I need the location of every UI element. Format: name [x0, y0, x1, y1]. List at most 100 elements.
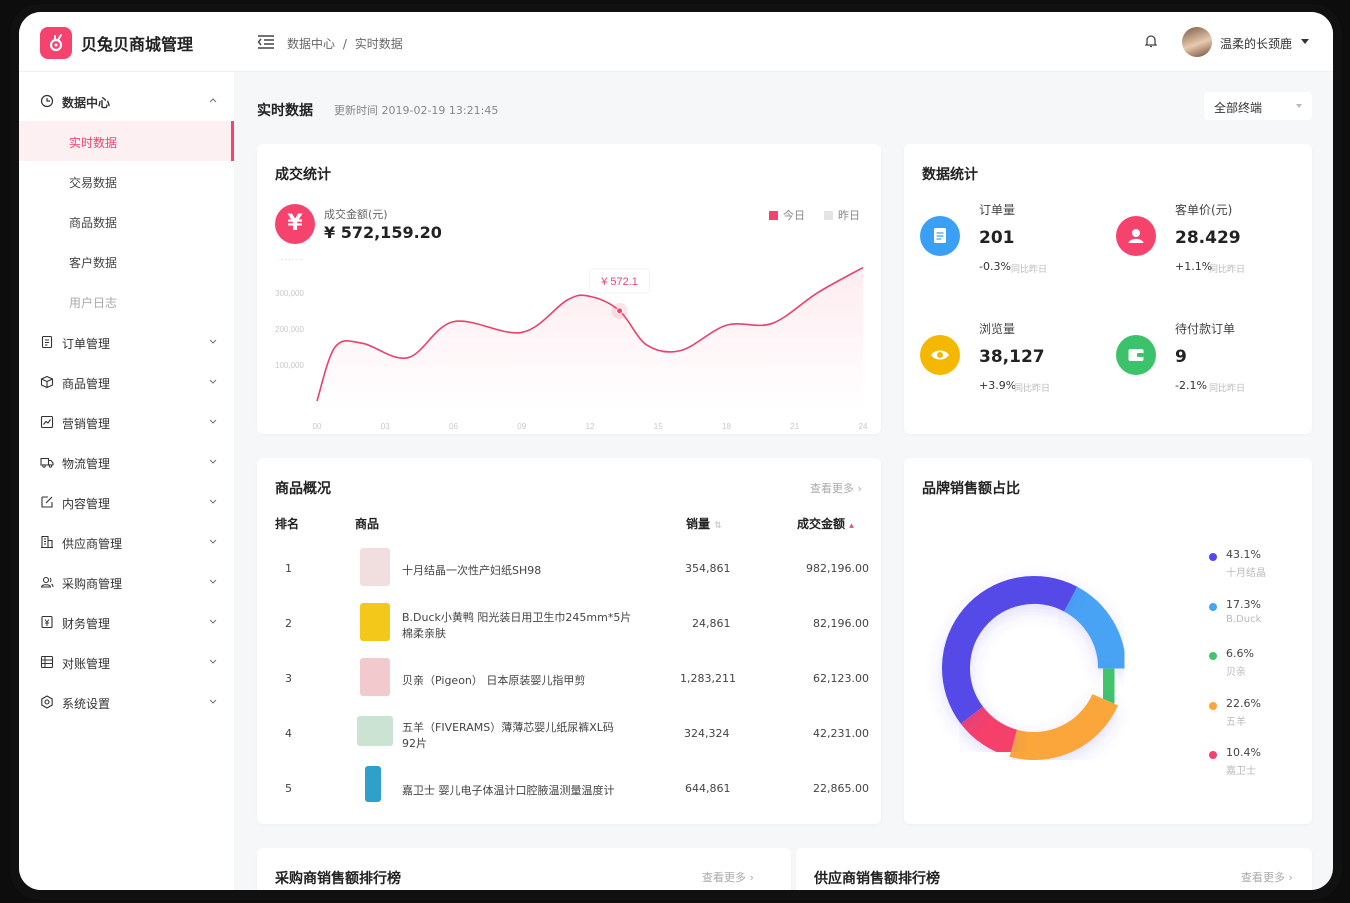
- bell-icon[interactable]: [1145, 34, 1157, 48]
- amount-label: 成交金额(元): [324, 208, 388, 221]
- legend-brand-name: 五羊: [1226, 716, 1246, 728]
- clipboard-icon: [920, 216, 960, 256]
- column-sales[interactable]: 销量 ⇅: [686, 515, 722, 532]
- menu-fold-icon[interactable]: [257, 34, 275, 50]
- sidebar-item-logistics[interactable]: 物流管理: [19, 442, 234, 482]
- chevron-down-icon: [209, 459, 217, 464]
- sort-icon: ⇅: [714, 521, 722, 531]
- sidebar-item-content[interactable]: 内容管理: [19, 482, 234, 522]
- donut-slice-4[interactable]: [1009, 693, 1119, 760]
- chevron-down-icon: [209, 419, 217, 424]
- stat-label: 待付款订单: [1175, 322, 1236, 336]
- row-sales: 324,324: [684, 727, 730, 740]
- highlight-point[interactable]: [616, 307, 624, 315]
- row-amount: 982,196.00: [806, 562, 869, 575]
- top-bar: 贝兔贝商城管理 数据中心 / 实时数据 温柔的长颈鹿: [19, 12, 1333, 72]
- stat-change: +3.9%: [979, 379, 1017, 392]
- sidebar-item-orders[interactable]: 订单管理: [19, 322, 234, 362]
- update-time: 更新时间 2019-02-19 13:21:45: [334, 104, 499, 117]
- sidebar-item-data-center[interactable]: 数据中心: [19, 81, 234, 121]
- product-overview-card: 商品概况 查看更多 › 排名 商品 销量 ⇅ 成交金额 ▴ 1 十月结晶一次性产…: [257, 458, 881, 824]
- avatar[interactable]: [1182, 27, 1212, 57]
- sidebar-sub-realtime[interactable]: 实时数据: [19, 121, 234, 161]
- supplier-ranking-card: 供应商销售额排行榜 查看更多 ›: [796, 848, 1312, 890]
- x-tick-label: 24: [859, 422, 868, 431]
- brand-share-donut-chart: [942, 576, 1126, 760]
- y-tick-label: 200,000: [275, 325, 304, 334]
- legend-today[interactable]: 今日: [769, 207, 805, 223]
- sidebar-sub-label: 交易数据: [69, 176, 118, 190]
- product-name[interactable]: 贝亲（Pigeon） 日本原装婴儿指甲剪: [402, 672, 585, 688]
- sidebar-sub-label: 用户日志: [69, 296, 118, 310]
- donut-slice-2[interactable]: [1063, 586, 1126, 669]
- stat-compare: 同比昨日: [1014, 384, 1051, 394]
- x-tick-label: 00: [313, 422, 322, 431]
- sidebar-sub-customers[interactable]: 客户数据: [19, 241, 234, 281]
- sidebar-sub-transactions[interactable]: 交易数据: [19, 161, 234, 201]
- row-rank: 2: [285, 617, 292, 630]
- donut-slice-5[interactable]: [960, 706, 1018, 757]
- sidebar-sub-label: 商品数据: [69, 216, 118, 230]
- row-sales: 354,861: [685, 562, 731, 575]
- chevron-up-icon: [209, 98, 217, 103]
- product-name[interactable]: 十月结晶一次性产妇纸SH98: [402, 562, 541, 578]
- row-sales: 1,283,211: [680, 672, 736, 685]
- terminal-select[interactable]: 全部终端: [1204, 92, 1312, 120]
- card-title: 采购商销售额排行榜: [275, 871, 401, 887]
- sidebar-item-label: 内容管理: [62, 497, 111, 511]
- sidebar-item-marketing[interactable]: 营销管理: [19, 402, 234, 442]
- row-rank: 4: [285, 727, 292, 740]
- sidebar-item-settings[interactable]: 系统设置: [19, 682, 234, 722]
- sidebar-item-buyers[interactable]: 采购商管理: [19, 562, 234, 602]
- product-thumbnail[interactable]: [357, 716, 393, 746]
- sidebar-item-label: 系统设置: [62, 697, 111, 711]
- breadcrumb-separator: /: [342, 37, 347, 51]
- sidebar-item-products[interactable]: 商品管理: [19, 362, 234, 402]
- donut-slice-1[interactable]: [942, 576, 1078, 724]
- product-thumbnail[interactable]: [360, 658, 390, 696]
- yen-icon: ¥: [275, 204, 315, 244]
- sidebar-item-finance[interactable]: 财务管理: [19, 602, 234, 642]
- user-menu-caret-icon[interactable]: [1301, 39, 1309, 44]
- chevron-down-icon: [209, 539, 217, 544]
- view-more-link[interactable]: 查看更多 ›: [810, 480, 862, 496]
- column-amount-label: 成交金额: [797, 517, 846, 531]
- user-name[interactable]: 温柔的长颈鹿: [1220, 35, 1292, 52]
- view-more-link[interactable]: 查看更多 ›: [1241, 869, 1293, 885]
- product-thumbnail[interactable]: [365, 766, 381, 802]
- stat-compare: 同比昨日: [1209, 384, 1246, 394]
- product-name[interactable]: 嘉卫士 婴儿电子体温计口腔腋温测量温度计: [402, 782, 615, 798]
- product-name[interactable]: B.Duck小黄鸭 阳光装日用卫生巾245mm*5片: [402, 609, 631, 625]
- product-thumbnail[interactable]: [360, 603, 390, 641]
- rabbit-logo-icon[interactable]: [40, 27, 72, 59]
- column-product: 商品: [355, 517, 380, 531]
- page-title: 实时数据: [257, 103, 313, 119]
- view-more-link[interactable]: 查看更多 ›: [702, 869, 754, 885]
- product-name-line2: 92片: [402, 737, 427, 750]
- sidebar-sub-products[interactable]: 商品数据: [19, 201, 234, 241]
- sidebar-sub-user-log[interactable]: 用户日志: [19, 281, 234, 321]
- wallet-icon: [1116, 335, 1156, 375]
- legend-brand-name: 十月结晶: [1226, 568, 1266, 579]
- sidebar-item-label: 营销管理: [62, 417, 111, 431]
- legend-yesterday[interactable]: 昨日: [824, 207, 860, 223]
- sidebar-item-reconciliation[interactable]: 对账管理: [19, 642, 234, 682]
- row-amount: 62,123.00: [813, 672, 869, 685]
- product-name[interactable]: 五羊（FIVERAMS）薄薄芯婴儿纸尿裤XL码: [402, 719, 614, 735]
- document-icon: [41, 335, 53, 349]
- donut-slice-3[interactable]: [1092, 667, 1126, 706]
- users-icon: [40, 576, 54, 588]
- stat-change: -0.3%: [979, 260, 1011, 273]
- breadcrumb-data-center[interactable]: 数据中心: [287, 37, 335, 51]
- column-amount[interactable]: 成交金额 ▴: [797, 515, 854, 532]
- product-thumbnail[interactable]: [360, 548, 390, 586]
- tooltip-label: ¥ 572.1: [600, 276, 638, 288]
- sidebar-item-suppliers[interactable]: 供应商管理: [19, 522, 234, 562]
- chevron-down-icon: [209, 659, 217, 664]
- card-title: 商品概况: [275, 481, 331, 497]
- legend-percent: 22.6%: [1226, 696, 1261, 710]
- stat-label: 客单价(元): [1175, 203, 1233, 217]
- legend-percent: 17.3%: [1226, 597, 1261, 611]
- chevron-down-icon: [209, 699, 217, 704]
- column-sales-label: 销量: [686, 517, 711, 531]
